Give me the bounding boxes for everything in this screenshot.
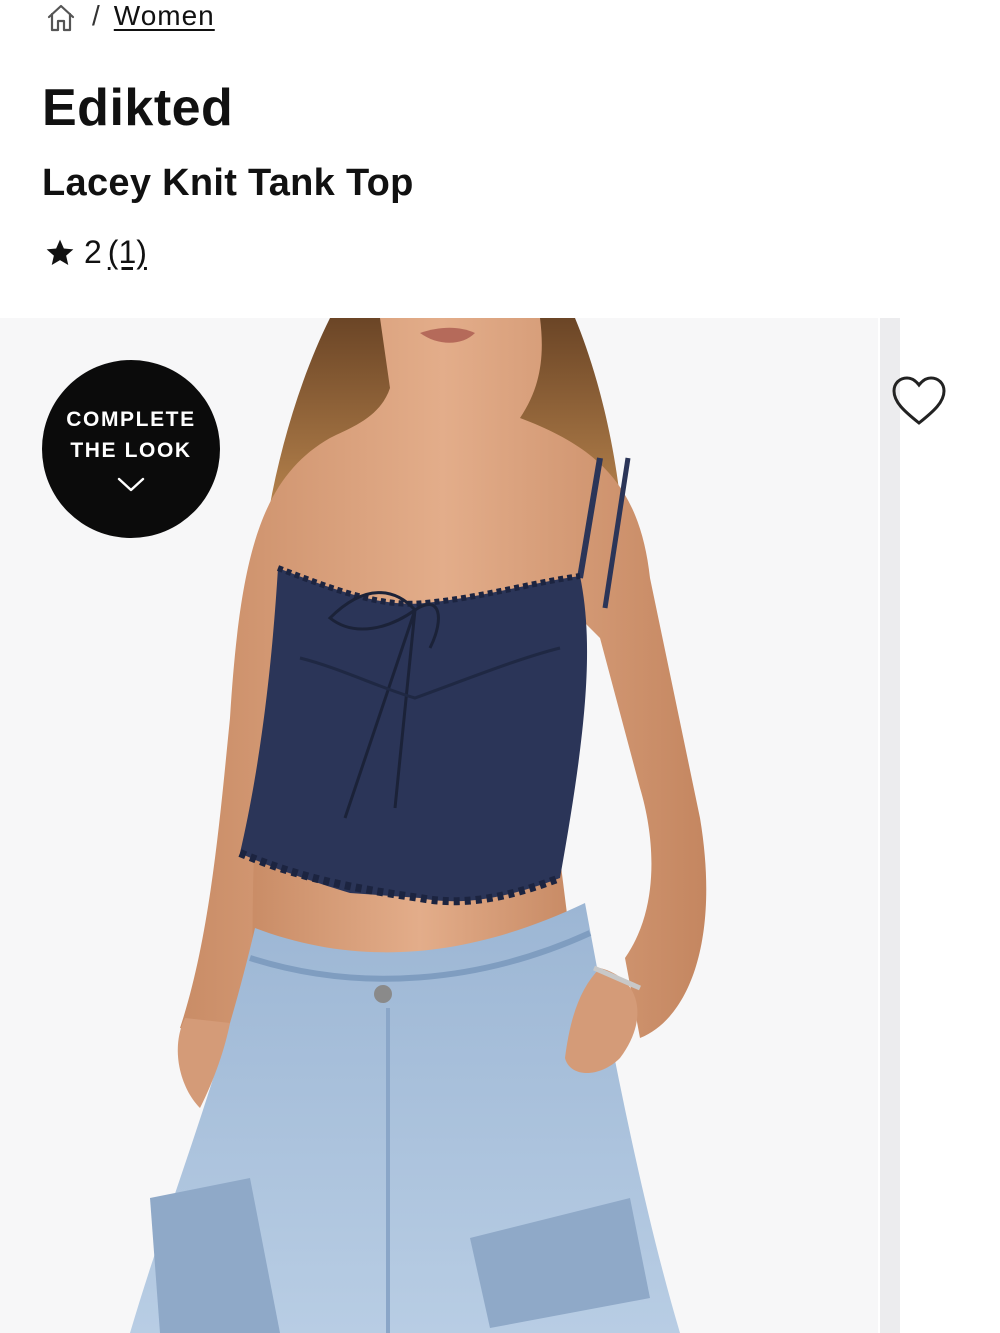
star-icon	[44, 236, 78, 270]
home-icon[interactable]	[44, 1, 78, 35]
product-gallery[interactable]: COMPLETE THE LOOK	[0, 318, 1000, 1333]
review-count-link[interactable]: (1)	[108, 234, 147, 271]
wishlist-heart-icon[interactable]	[886, 368, 952, 434]
breadcrumb-separator: /	[92, 0, 100, 31]
breadcrumb: / Women	[44, 0, 215, 36]
chevron-down-icon	[116, 476, 146, 494]
product-title: Lacey Knit Tank Top	[42, 162, 414, 204]
brand-name[interactable]: Edikted	[42, 78, 233, 138]
complete-the-look-label-line2: THE LOOK	[70, 439, 192, 462]
next-image-peek[interactable]	[880, 318, 900, 1333]
rating: 2 (1)	[44, 234, 147, 271]
rating-value: 2	[84, 234, 102, 270]
breadcrumb-link-women[interactable]: Women	[114, 0, 215, 32]
complete-the-look-button[interactable]: COMPLETE THE LOOK	[42, 360, 220, 538]
complete-the-look-label-line1: COMPLETE	[66, 408, 196, 431]
